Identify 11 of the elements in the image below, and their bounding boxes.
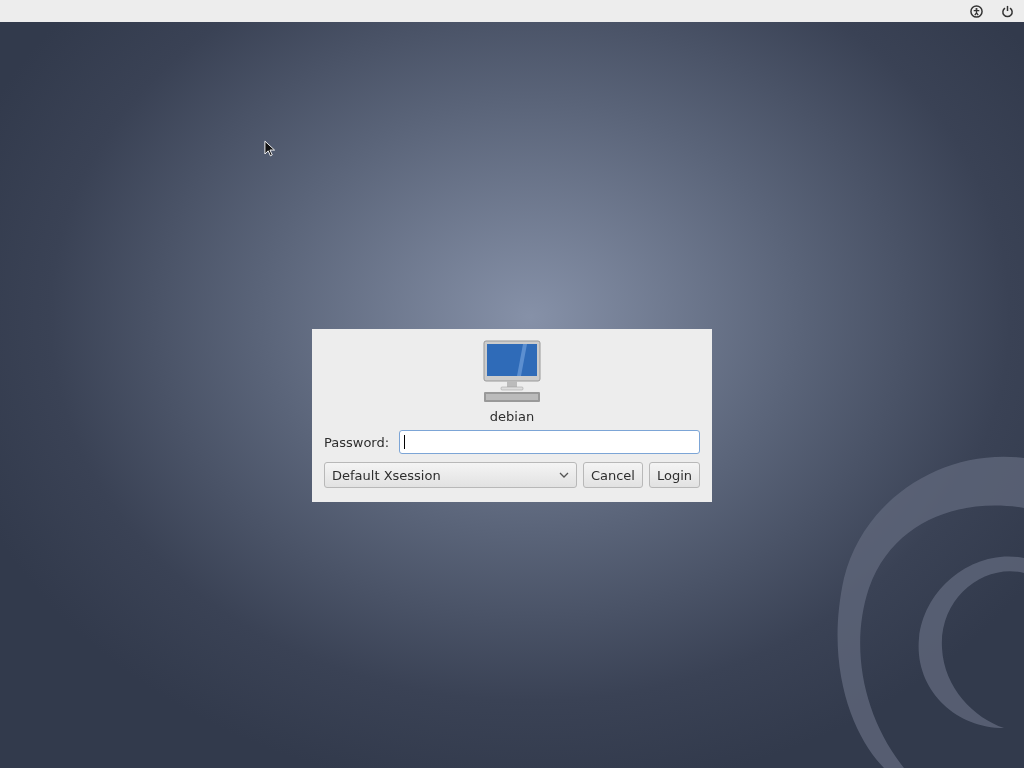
session-dropdown[interactable]: Default Xsession xyxy=(324,462,577,488)
cancel-button[interactable]: Cancel xyxy=(582,462,643,488)
password-label: Password: xyxy=(324,434,390,450)
user-name: debian xyxy=(489,409,535,424)
login-button[interactable]: Login xyxy=(648,462,700,488)
chevron-down-icon xyxy=(558,472,569,478)
mouse-pointer-icon xyxy=(264,140,275,157)
power-icon[interactable] xyxy=(1001,4,1014,18)
accessibility-icon[interactable] xyxy=(970,4,983,18)
password-field[interactable] xyxy=(399,430,700,454)
computer-icon xyxy=(483,340,541,404)
